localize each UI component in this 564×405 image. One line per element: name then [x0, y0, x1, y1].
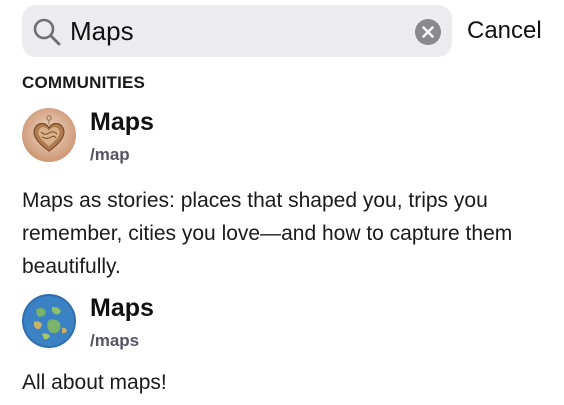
- community-result[interactable]: Maps /map Maps as stories: places that s…: [22, 108, 552, 278]
- search-bar: Cancel: [22, 5, 552, 57]
- community-description: Maps as stories: places that shaped you,…: [22, 189, 513, 278]
- heart-wood-icon: [22, 108, 76, 162]
- community-avatar[interactable]: [22, 294, 76, 348]
- section-heading-communities: COMMUNITIES: [22, 73, 146, 92]
- community-avatar[interactable]: [22, 108, 76, 162]
- community-handle: /maps: [90, 331, 140, 350]
- cancel-button[interactable]: Cancel: [467, 17, 542, 45]
- community-name: Maps: [90, 294, 154, 322]
- community-result[interactable]: Maps /maps All about maps!: [22, 294, 552, 399]
- community-handle: /map: [90, 145, 130, 164]
- clear-search-button[interactable]: [415, 19, 441, 45]
- community-description: All about maps!: [22, 371, 167, 394]
- globe-icon: [22, 294, 76, 348]
- community-name: Maps: [90, 108, 154, 136]
- close-icon: [422, 26, 434, 38]
- search-input[interactable]: [70, 11, 400, 51]
- search-field[interactable]: [22, 5, 452, 57]
- search-icon: [32, 17, 62, 47]
